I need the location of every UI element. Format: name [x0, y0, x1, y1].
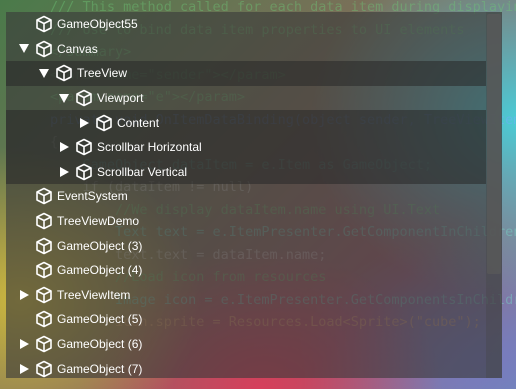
tree-view-rows: GameObject55 Canvas TreeView Viewport Conten… — [6, 12, 486, 378]
tree-item[interactable]: GameObject (3) — [6, 233, 486, 258]
cube-icon — [35, 40, 53, 58]
cube-icon — [35, 286, 53, 304]
tree-view-panel: GameObject55 Canvas TreeView Viewport Conten… — [6, 12, 502, 378]
toggle-spacer — [16, 16, 32, 32]
toggle-spacer — [16, 213, 32, 229]
expand-arrow-right-icon[interactable] — [16, 361, 32, 377]
tree-item-label: GameObject (6) — [57, 337, 143, 352]
expand-arrow-down-icon[interactable] — [16, 41, 32, 57]
toggle-spacer — [16, 238, 32, 254]
tree-item[interactable]: TreeViewItem — [6, 283, 486, 308]
cube-icon — [55, 64, 73, 82]
cube-icon — [95, 114, 113, 132]
tree-item-label: GameObject55 — [57, 17, 138, 32]
tree-item[interactable]: Canvas — [6, 37, 486, 62]
expand-arrow-right-icon[interactable] — [56, 164, 72, 180]
tree-item[interactable]: TreeViewDemo — [6, 209, 486, 234]
tree-item-label: GameObject (3) — [57, 238, 143, 253]
tree-item[interactable]: GameObject (5) — [6, 307, 486, 332]
tree-item[interactable]: Content — [6, 110, 486, 135]
tree-item[interactable]: Scrollbar Vertical — [6, 159, 486, 185]
cube-icon — [35, 237, 53, 255]
tree-item-label: Scrollbar Vertical — [97, 164, 188, 179]
tree-item[interactable]: GameObject (6) — [6, 332, 486, 357]
tree-item-label: GameObject (5) — [57, 312, 143, 327]
toggle-spacer — [16, 311, 32, 327]
tree-item-label: Viewport — [97, 91, 144, 106]
cube-icon — [35, 212, 53, 230]
tree-item-label: GameObject (4) — [57, 263, 143, 278]
tree-item-label: TreeViewDemo — [57, 214, 140, 229]
scrollbar-thumb[interactable] — [487, 14, 501, 274]
expand-arrow-down-icon[interactable] — [36, 65, 52, 81]
expand-arrow-right-icon[interactable] — [76, 115, 92, 131]
tree-item-label: Content — [117, 115, 160, 130]
cube-icon — [35, 310, 53, 328]
cube-icon — [75, 138, 93, 156]
expand-arrow-right-icon[interactable] — [56, 139, 72, 155]
tree-item-label: GameObject (7) — [57, 361, 143, 376]
tree-item-label: TreeView — [77, 66, 128, 81]
tree-item-label: Canvas — [57, 41, 98, 56]
expand-arrow-down-icon[interactable] — [56, 90, 72, 106]
tree-item[interactable]: Viewport — [6, 86, 486, 111]
cube-icon — [35, 187, 53, 205]
cube-icon — [75, 89, 93, 107]
tree-item[interactable]: TreeView — [6, 61, 486, 86]
cube-icon — [75, 163, 93, 181]
cube-icon — [35, 360, 53, 378]
cube-icon — [35, 15, 53, 33]
tree-item[interactable]: GameObject (7) — [6, 356, 486, 378]
vertical-scrollbar[interactable] — [486, 12, 502, 378]
tree-item-label: EventSystem — [57, 189, 128, 204]
toggle-spacer — [16, 188, 32, 204]
tree-item-label: Scrollbar Horizontal — [97, 140, 202, 155]
tree-item[interactable]: Scrollbar Horizontal — [6, 134, 486, 160]
tree-item-label: TreeViewItem — [57, 287, 131, 302]
tree-item[interactable]: EventSystem — [6, 184, 486, 209]
cube-icon — [35, 261, 53, 279]
expand-arrow-right-icon[interactable] — [16, 287, 32, 303]
expand-arrow-right-icon[interactable] — [16, 336, 32, 352]
toggle-spacer — [16, 262, 32, 278]
cube-icon — [35, 335, 53, 353]
tree-item[interactable]: GameObject (4) — [6, 258, 486, 283]
tree-item[interactable]: GameObject55 — [6, 12, 486, 37]
